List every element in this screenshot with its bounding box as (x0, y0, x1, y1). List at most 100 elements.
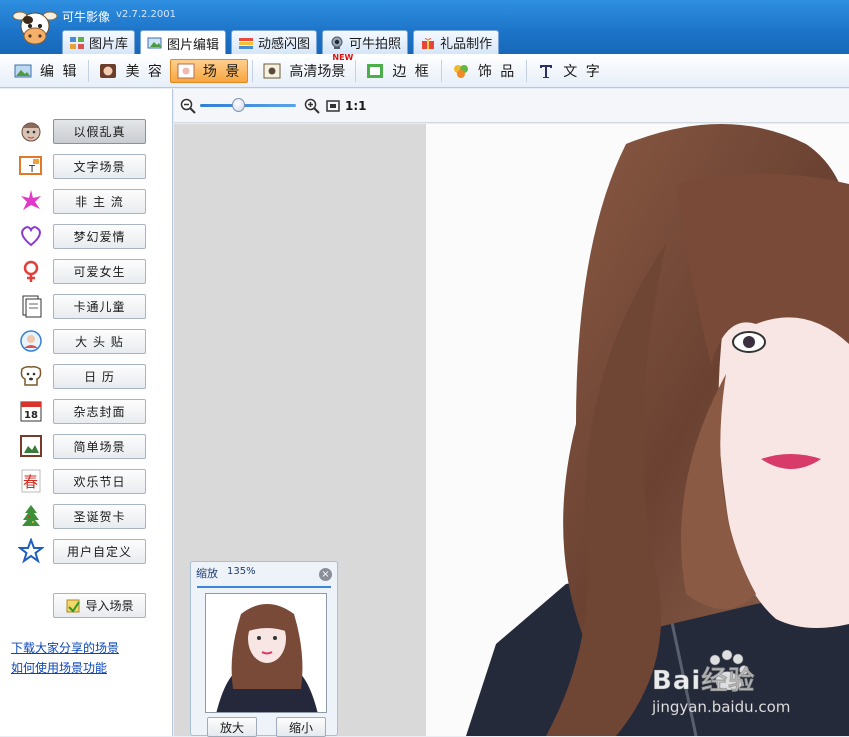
category-button[interactable]: 文字场景 (53, 153, 146, 179)
thumbnail-image (206, 594, 326, 712)
zoom-slider-thumb[interactable] (232, 98, 246, 112)
svg-text:18: 18 (24, 410, 38, 421)
watermark-url: jingyan.baidu.com (652, 698, 791, 716)
book-icon (22, 295, 42, 318)
navigator-zoom-out-button[interactable]: 缩小 (276, 717, 326, 737)
photo-library-icon (70, 36, 84, 49)
import-scene-button[interactable]: 导入场景 (53, 593, 146, 618)
gift-icon (422, 37, 435, 49)
simple-frame-icon (20, 435, 42, 457)
download-shared-scenes-link[interactable]: 下载大家分享的场景 (11, 639, 119, 656)
tool-beauty[interactable]: 美 容 (93, 59, 169, 83)
category-button[interactable]: 用户自定义 (53, 538, 146, 564)
category-item[interactable]: T 文字场景 (18, 153, 153, 179)
accessory-icon (453, 64, 468, 78)
spring-festival-icon: 春 (21, 469, 41, 493)
frame-icon (367, 63, 384, 78)
text-icon (540, 64, 553, 78)
photo-sticker-icon (20, 330, 42, 352)
svg-text:T: T (28, 164, 36, 175)
category-button[interactable]: 非 主 流 (53, 188, 146, 214)
edit-toolbar: 编 辑 美 容 场 景 高清场景 NEW 边 框 饰 品 文 字 (0, 53, 849, 88)
tool-hd-scene[interactable]: 高清场景 NEW (257, 53, 353, 83)
tool-text[interactable]: 文 字 (531, 59, 607, 83)
category-button[interactable]: 日 历 (53, 363, 146, 389)
new-badge: NEW (332, 52, 354, 62)
tool-label: 边 框 (392, 63, 431, 80)
scene-category-sidebar: 以假乱真 T 文字场景 非 主 流 梦幻爱情 可爱女生 卡通儿童 大 头 贴 日… (0, 89, 173, 736)
photo-image (426, 124, 849, 736)
scene-icon (177, 63, 195, 78)
category-button[interactable]: 以假乱真 (53, 118, 146, 144)
category-button[interactable]: 圣诞贺卡 (53, 503, 146, 529)
category-item[interactable]: 大 头 贴 (18, 328, 153, 354)
divider (355, 59, 357, 82)
watermark-brand: Bai经验 (652, 666, 756, 697)
category-item[interactable]: 18 杂志封面 (18, 398, 153, 424)
tool-label: 编 辑 (40, 63, 79, 80)
category-item[interactable]: 用户自定义 (18, 538, 153, 564)
navigator-thumbnail[interactable] (205, 593, 327, 713)
sparkle-icon (21, 190, 41, 210)
christmas-tree-icon (22, 505, 40, 526)
navigator-panel: 缩放 135% × 放大 缩小 (190, 561, 338, 737)
tool-label: 高清场景 (289, 63, 346, 80)
tab-label: 图片库 (89, 37, 129, 52)
import-label: 导入场景 (85, 599, 134, 613)
image-edit-icon (147, 37, 162, 49)
category-item[interactable]: 圣诞贺卡 (18, 503, 153, 529)
tab-label: 可牛拍照 (349, 37, 402, 52)
category-item[interactable]: 非 主 流 (18, 188, 153, 214)
divider (440, 59, 442, 82)
actual-size-button[interactable]: 1:1 (345, 99, 367, 113)
category-button[interactable]: 杂志封面 (53, 398, 146, 424)
category-item[interactable]: 简单场景 (18, 433, 153, 459)
text-scene-icon: T (19, 156, 42, 175)
close-icon[interactable]: × (319, 568, 332, 581)
navigator-zoom-in-button[interactable]: 放大 (207, 717, 257, 737)
navigator-title: 缩放 (196, 567, 218, 580)
category-item[interactable]: 以假乱真 (18, 118, 153, 144)
category-item[interactable]: 可爱女生 (18, 258, 153, 284)
tab-webcam[interactable]: 可牛拍照 (322, 30, 409, 54)
tool-scene[interactable]: 场 景 (169, 58, 249, 83)
app-version: v2.7.2.2001 (116, 9, 176, 20)
category-item[interactable]: 日 历 (18, 363, 153, 389)
webcam-icon (331, 36, 343, 49)
main-tabs: 图片库 图片编辑 动感闪图 可牛拍照 礼品制作 (62, 30, 500, 55)
tab-photo-library[interactable]: 图片库 (62, 30, 136, 54)
zoom-slider[interactable] (200, 104, 296, 107)
category-button[interactable]: 卡通儿童 (53, 293, 146, 319)
portrait-illustration (426, 124, 849, 736)
scene-help-link[interactable]: 如何使用场景功能 (11, 659, 107, 676)
zoom-in-icon[interactable] (304, 98, 320, 114)
tool-accessory[interactable]: 饰 品 (446, 59, 522, 83)
tool-label: 饰 品 (477, 63, 517, 80)
divider (526, 59, 528, 82)
category-button[interactable]: 梦幻爱情 (53, 223, 146, 249)
flash-gif-icon (239, 37, 254, 49)
category-button[interactable]: 可爱女生 (53, 258, 146, 284)
tool-label: 文 字 (563, 63, 602, 80)
tool-edit[interactable]: 编 辑 (8, 59, 84, 83)
zoom-out-icon[interactable] (180, 98, 196, 114)
category-item[interactable]: 梦幻爱情 (18, 223, 153, 249)
divider (252, 59, 254, 82)
tab-gift[interactable]: 礼品制作 (413, 30, 500, 54)
fit-window-icon[interactable] (325, 98, 341, 114)
category-button[interactable]: 简单场景 (53, 433, 146, 459)
tool-frame[interactable]: 边 框 (360, 59, 436, 83)
category-button[interactable]: 大 头 贴 (53, 328, 146, 354)
category-item[interactable]: 卡通儿童 (18, 293, 153, 319)
tab-image-edit[interactable]: 图片编辑 (140, 30, 227, 55)
category-button[interactable]: 欢乐节日 (53, 468, 146, 494)
tab-flash-gif[interactable]: 动感闪图 (231, 30, 318, 54)
app-title: 可牛影像 (62, 10, 111, 24)
title-bar: 可牛影像 v2.7.2.2001 图片库 图片编辑 动感闪图 可牛拍照 礼品制作 (0, 0, 849, 55)
category-item[interactable]: 春 欢乐节日 (18, 468, 153, 494)
dog-icon (20, 366, 42, 386)
tab-label: 动感闪图 (258, 37, 311, 52)
tab-label: 礼品制作 (440, 37, 493, 52)
beauty-icon (100, 63, 117, 78)
divider (88, 59, 90, 82)
